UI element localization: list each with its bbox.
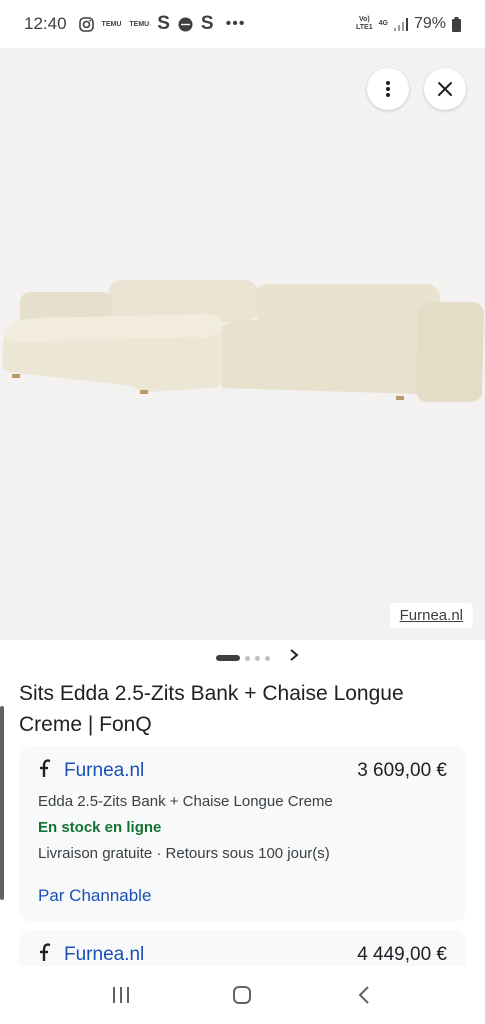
- network-type-icon: 4G: [378, 20, 388, 27]
- edge-indicator: [0, 706, 4, 900]
- s-icon: S: [157, 13, 170, 34]
- store-name-link[interactable]: Furnea.nl: [64, 760, 144, 782]
- product-image-viewer[interactable]: Furnea.nl: [0, 48, 485, 640]
- battery-percent: 79%: [413, 15, 446, 32]
- more-vert-icon: [386, 81, 390, 97]
- close-button[interactable]: [424, 68, 466, 110]
- system-navigation-bar: [0, 966, 485, 1024]
- stock-status: En stock en ligne: [38, 819, 162, 836]
- recent-apps-button[interactable]: [101, 975, 141, 1015]
- carousel-dot[interactable]: [264, 655, 270, 661]
- carousel-dot[interactable]: [254, 655, 260, 661]
- more-notifications-icon: •••: [225, 15, 246, 32]
- status-time: 12:40: [24, 14, 67, 33]
- home-button[interactable]: [222, 975, 262, 1015]
- product-title[interactable]: Sits Edda 2.5-Zits Bank + Chaise Longue …: [19, 678, 469, 740]
- store-logo-icon: [38, 758, 58, 784]
- carousel-dot[interactable]: [244, 655, 250, 661]
- offer-description: Edda 2.5-Zits Bank + Chaise Longue Creme: [38, 793, 333, 810]
- image-carousel-indicator: [0, 648, 485, 668]
- store-name-link[interactable]: Furnea.nl: [64, 944, 144, 966]
- temu-icon: TEMU: [101, 20, 122, 28]
- offer-price: 3 609,00 €: [357, 760, 447, 781]
- back-icon: [358, 986, 369, 1004]
- status-bar: 12:40 TEMU TEMU S S ••• Vo) LTE1 4G 79%: [0, 0, 485, 48]
- back-button[interactable]: [344, 975, 384, 1015]
- chevron-right-icon: [290, 649, 299, 661]
- offer-card[interactable]: Furnea.nl 3 609,00 € Edda 2.5-Zits Bank …: [19, 746, 466, 922]
- carousel-dot[interactable]: [215, 655, 240, 661]
- volte-icon: Vo) LTE1: [356, 16, 373, 31]
- home-icon: [233, 986, 252, 1004]
- battery-icon: [452, 16, 461, 32]
- app-icon: [178, 17, 193, 32]
- recent-apps-icon: [112, 987, 129, 1003]
- s-icon: S: [200, 13, 214, 34]
- image-source-link[interactable]: Furnea.nl: [389, 603, 473, 628]
- close-icon: [438, 82, 452, 96]
- sofa-image: [2, 280, 484, 402]
- merchant-via-link[interactable]: Par Channable: [38, 886, 447, 906]
- temu-icon: TEMU: [129, 20, 150, 28]
- shipping-info: Livraison gratuite · Retours sous 100 jo…: [38, 845, 330, 862]
- store-logo-icon: [38, 942, 58, 968]
- instagram-icon: [78, 16, 94, 32]
- carousel-next-button[interactable]: [289, 648, 299, 667]
- more-options-button[interactable]: [367, 68, 409, 110]
- offer-price: 4 449,00 €: [357, 944, 447, 965]
- signal-icon: [393, 17, 408, 31]
